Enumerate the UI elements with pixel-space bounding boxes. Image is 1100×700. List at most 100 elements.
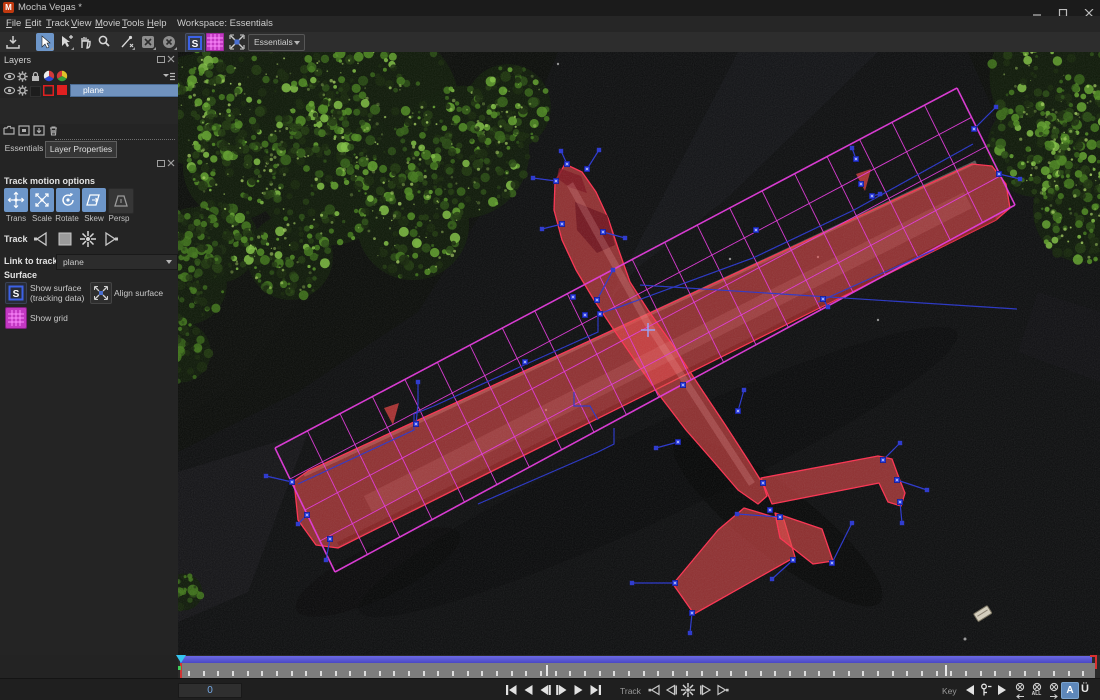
layer-list-empty[interactable] xyxy=(0,98,178,124)
motion-trans-button[interactable] xyxy=(4,188,28,212)
float-pane-icon[interactable] xyxy=(157,160,165,167)
motion-persp-button[interactable] xyxy=(108,188,134,214)
stop-track-button[interactable] xyxy=(679,681,696,698)
menu-view[interactable]: View xyxy=(71,18,91,29)
export-layer-button[interactable] xyxy=(33,125,45,136)
add-point-spline-tool[interactable] xyxy=(118,33,136,51)
menu-workspace[interactable]: Workspace: Essentials xyxy=(177,18,273,29)
select-tool[interactable] xyxy=(36,33,54,51)
layer-process-icon[interactable] xyxy=(17,85,28,96)
delete-all-keys-button[interactable]: ALL xyxy=(1028,681,1045,700)
menu-movie[interactable]: Movie xyxy=(95,18,120,29)
ruler-tick xyxy=(393,671,395,676)
show-grid-button[interactable] xyxy=(5,307,27,329)
track-backwards-button[interactable] xyxy=(32,230,50,248)
tab-layer-properties[interactable]: Layer Properties xyxy=(45,141,117,158)
menu-help[interactable]: Help xyxy=(147,18,167,29)
current-frame-field[interactable]: 0 xyxy=(178,683,242,698)
ruler-tick xyxy=(525,671,527,676)
layer-spline-color-swatch[interactable] xyxy=(43,85,54,96)
motion-skew-button[interactable] xyxy=(82,188,106,212)
ruler-tick xyxy=(804,671,806,676)
ruler-tick xyxy=(423,671,425,676)
timeline-ruler[interactable] xyxy=(180,663,1095,678)
ruler-tick xyxy=(1038,671,1040,676)
show-surface-toggle[interactable]: S xyxy=(185,33,205,53)
ruler-tick xyxy=(467,671,469,676)
step-back-button[interactable] xyxy=(536,681,553,698)
menu-file[interactable]: File xyxy=(6,18,21,29)
viewport-canvas[interactable] xyxy=(178,52,1100,655)
step-forward-button[interactable] xyxy=(553,681,570,698)
zoom-tool[interactable] xyxy=(95,33,113,51)
maximize-button[interactable] xyxy=(1058,4,1068,12)
align-surface-tool[interactable] xyxy=(228,33,246,51)
new-group-button[interactable] xyxy=(3,125,15,136)
menu-tools[interactable]: Tools xyxy=(122,18,144,29)
align-surface-button[interactable] xyxy=(90,282,112,304)
delete-keys-forwards-button[interactable] xyxy=(1045,681,1062,700)
layer-list-menu-icon[interactable] xyxy=(163,72,175,81)
subtool-indicator xyxy=(50,47,53,50)
go-to-end-button[interactable] xyxy=(587,681,604,698)
ruler-tick xyxy=(862,671,864,676)
delete-layer-button[interactable] xyxy=(48,125,59,136)
ruler-tick xyxy=(643,671,645,676)
workspace-preset-dropdown[interactable]: Essentials xyxy=(248,34,305,51)
pan-tool[interactable] xyxy=(76,33,94,51)
track-forwards-button[interactable] xyxy=(102,230,120,248)
create-xspline-tool[interactable] xyxy=(139,33,157,51)
link-to-track-dropdown[interactable]: plane xyxy=(56,254,178,270)
float-pane-icon[interactable] xyxy=(157,56,165,63)
keyframe-icon-button[interactable] xyxy=(977,681,994,698)
previous-keyframe-button[interactable] xyxy=(961,681,978,698)
track-forwards-button[interactable] xyxy=(714,681,731,698)
new-layer-button[interactable] xyxy=(18,125,30,136)
layer-row[interactable]: plane xyxy=(0,84,178,97)
next-keyframe-button[interactable] xyxy=(993,681,1010,698)
add-point-tool[interactable] xyxy=(57,33,75,51)
layer-visibility-icon[interactable] xyxy=(4,85,15,96)
create-bezier-tool[interactable] xyxy=(160,33,178,51)
subtool-indicator xyxy=(132,47,135,50)
play-backwards-button[interactable] xyxy=(519,681,536,698)
motion-rotate-button[interactable] xyxy=(56,188,80,212)
export-button[interactable] xyxy=(4,33,22,51)
motion-scale-button[interactable] xyxy=(30,188,54,212)
autokey-toggle[interactable]: A xyxy=(1061,682,1079,699)
layer-matte-color-swatch[interactable] xyxy=(57,85,67,95)
show-surface-label: Show surface xyxy=(30,283,82,293)
delete-keys-backwards-button[interactable] xyxy=(1011,681,1028,700)
close-pane-icon[interactable] xyxy=(167,55,175,63)
show-grid-toggle[interactable] xyxy=(206,33,224,51)
tab-essentials[interactable]: Essentials xyxy=(3,141,45,156)
ruler-tick xyxy=(1082,671,1084,676)
ruler-tick xyxy=(994,671,996,676)
go-to-start-button[interactable] xyxy=(502,681,519,698)
ruler-tick xyxy=(848,671,850,676)
track-backwards-button[interactable] xyxy=(645,681,662,698)
playhead[interactable] xyxy=(176,655,186,663)
ruler-tick xyxy=(379,671,381,676)
motion-trans-label: Trans xyxy=(3,214,29,223)
track-back-one-button[interactable] xyxy=(662,681,679,698)
subtool-indicator xyxy=(71,47,74,50)
menu-track[interactable]: Track xyxy=(46,18,69,29)
show-surface-button[interactable]: S xyxy=(5,282,27,304)
close-button[interactable] xyxy=(1084,4,1094,12)
layer-lock-toggle[interactable] xyxy=(30,86,41,97)
menu-edit[interactable]: Edit xyxy=(25,18,41,29)
uberkey-toggle[interactable]: Ü xyxy=(1081,683,1089,695)
layer-name[interactable]: plane xyxy=(70,84,186,97)
viewport[interactable] xyxy=(178,52,1100,655)
minimize-button[interactable] xyxy=(1032,4,1042,12)
track-one-frame-button[interactable] xyxy=(78,229,98,249)
show-grid-label: Show grid xyxy=(30,313,68,323)
play-button[interactable] xyxy=(570,681,587,698)
ruler-tick xyxy=(437,671,439,676)
timeline[interactable] xyxy=(178,655,1100,678)
stop-track-button[interactable] xyxy=(56,230,74,248)
link-to-track-row: Link to track plane xyxy=(0,254,178,270)
track-forward-one-button[interactable] xyxy=(697,681,714,698)
close-pane-icon[interactable] xyxy=(167,159,175,167)
